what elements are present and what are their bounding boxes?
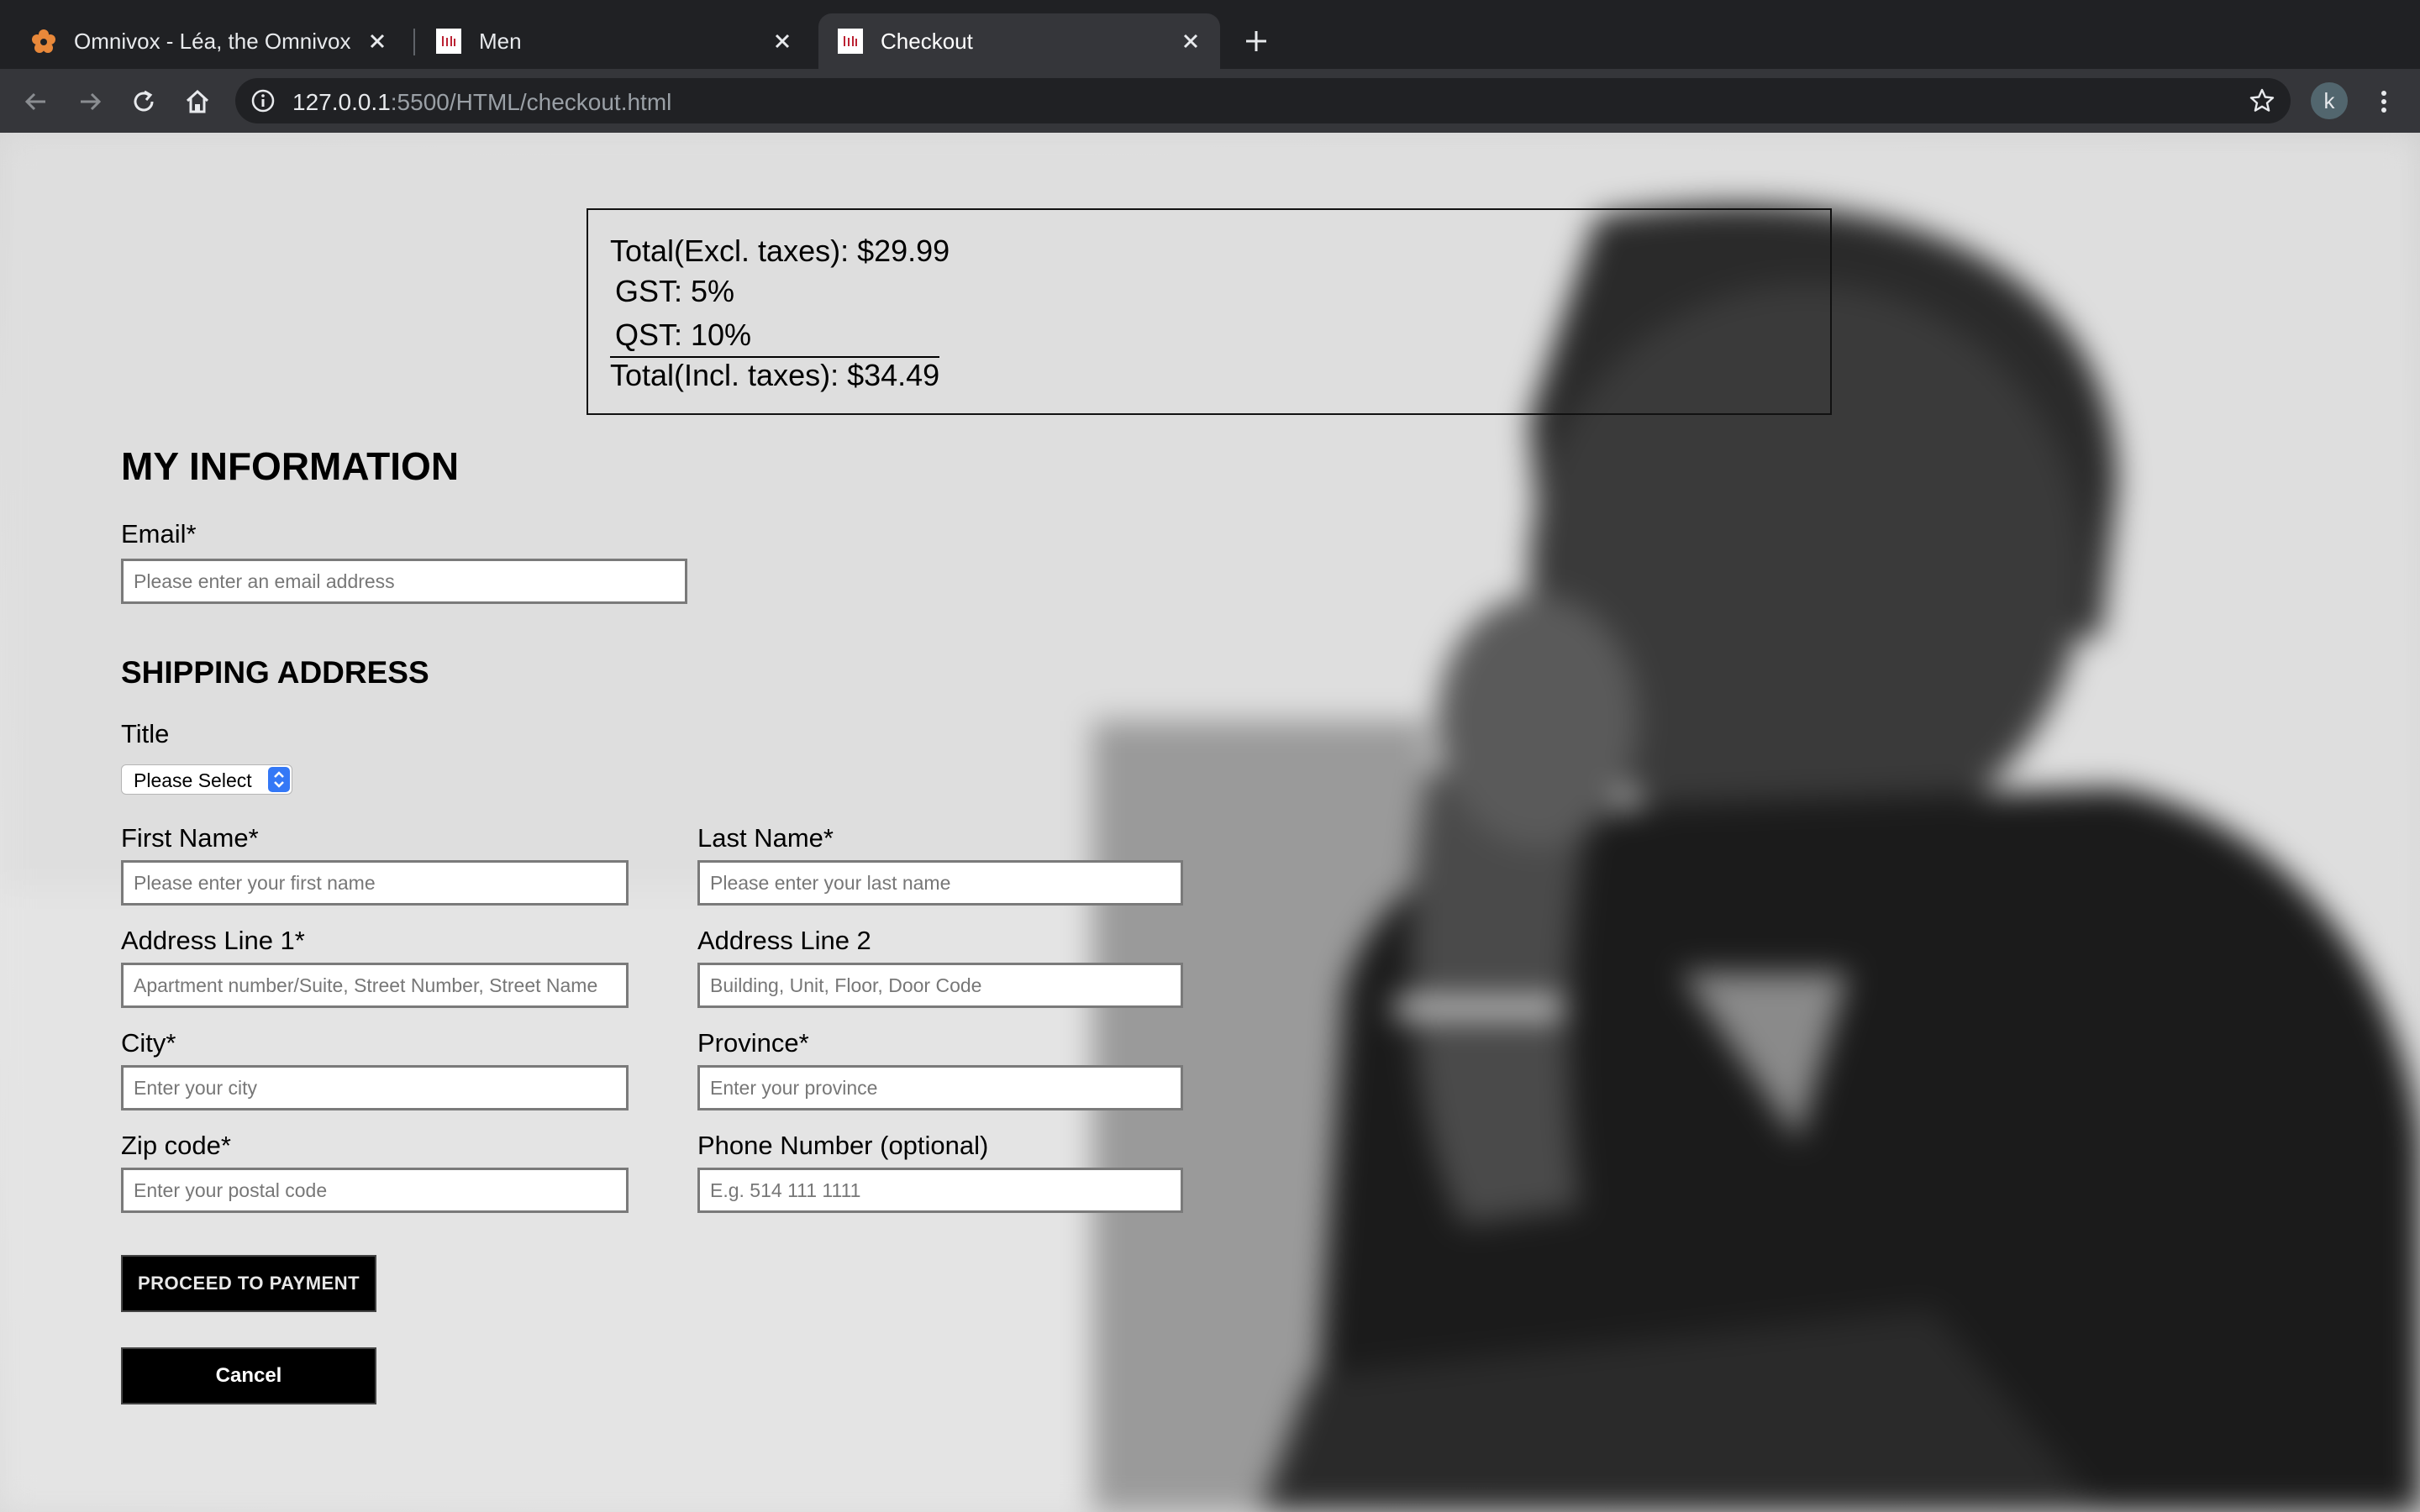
- phone-number-label: Phone Number (optional): [697, 1131, 989, 1160]
- url-path: :5500/HTML/checkout.html: [390, 89, 672, 115]
- avatar[interactable]: k: [2311, 82, 2348, 119]
- tab-checkout[interactable]: Checkout: [818, 13, 1220, 69]
- plus-icon[interactable]: [1242, 27, 1270, 55]
- url-host: 127.0.0.1: [292, 89, 391, 115]
- more-vertical-icon[interactable]: [2370, 87, 2398, 116]
- close-icon[interactable]: [1180, 30, 1202, 52]
- last-name-field[interactable]: [697, 860, 1183, 906]
- address-line-1-field[interactable]: [121, 963, 629, 1008]
- email-field[interactable]: [121, 559, 687, 604]
- total-text: Total(Incl. taxes): $34.49: [610, 358, 940, 392]
- order-summary: Total(Excl. taxes): $29.99 GST: 5% QST: …: [587, 208, 1832, 415]
- url-text: 127.0.0.1:5500/HTML/checkout.html: [292, 89, 671, 116]
- first-name-field[interactable]: [121, 860, 629, 906]
- shipping-address-heading: SHIPPING ADDRESS: [121, 655, 429, 690]
- close-icon[interactable]: [771, 30, 793, 52]
- page-viewport: Total(Excl. taxes): $29.99 GST: 5% QST: …: [0, 133, 2420, 1512]
- last-name-label: Last Name*: [697, 823, 834, 853]
- reload-icon[interactable]: [129, 87, 158, 116]
- city-label: City*: [121, 1028, 176, 1058]
- logo-icon: [838, 29, 863, 54]
- address-bar[interactable]: 127.0.0.1:5500/HTML/checkout.html: [235, 78, 2291, 123]
- home-icon[interactable]: [183, 87, 212, 116]
- zip-code-label: Zip code*: [121, 1131, 231, 1160]
- tab-separator: [413, 29, 415, 55]
- title-select[interactable]: Please Select: [121, 764, 292, 795]
- back-arrow-icon[interactable]: [22, 87, 50, 116]
- forward-arrow-icon[interactable]: [76, 87, 104, 116]
- browser-tab-strip: Omnivox - Léa, the Omnivox Cl Men Checko…: [0, 0, 2420, 69]
- browser-toolbar: 127.0.0.1:5500/HTML/checkout.html k: [0, 69, 2420, 133]
- subtotal-text: Total(Excl. taxes): $29.99: [610, 234, 950, 268]
- address-line-2-label: Address Line 2: [697, 926, 871, 955]
- address-line-2-field[interactable]: [697, 963, 1183, 1008]
- gst-text: GST: 5%: [615, 274, 735, 308]
- qst-text: QST: 10%: [615, 318, 752, 352]
- logo-icon: [436, 29, 461, 54]
- city-field[interactable]: [121, 1065, 629, 1110]
- tab-omnivox[interactable]: Omnivox - Léa, the Omnivox Cl: [12, 13, 407, 69]
- flower-icon: [32, 29, 55, 53]
- tab-title: Omnivox - Léa, the Omnivox Cl: [74, 28, 353, 54]
- phone-number-field[interactable]: [697, 1168, 1183, 1213]
- chevron-up-down-icon: [268, 767, 290, 792]
- email-label: Email*: [121, 519, 197, 549]
- title-label: Title: [121, 719, 170, 748]
- province-field[interactable]: [697, 1065, 1183, 1110]
- tab-title: Men: [479, 28, 522, 54]
- cancel-button[interactable]: Cancel: [121, 1347, 376, 1404]
- tab-men[interactable]: Men: [417, 13, 812, 69]
- address-line-1-label: Address Line 1*: [121, 926, 305, 955]
- province-label: Province*: [697, 1028, 809, 1058]
- info-icon[interactable]: [250, 88, 276, 113]
- proceed-to-payment-button[interactable]: PROCEED TO PAYMENT: [121, 1255, 376, 1312]
- close-icon[interactable]: [366, 30, 388, 52]
- star-icon[interactable]: [2249, 87, 2275, 114]
- zip-code-field[interactable]: [121, 1168, 629, 1213]
- tab-title: Checkout: [881, 28, 973, 54]
- first-name-label: First Name*: [121, 823, 259, 853]
- title-select-value: Please Select: [134, 769, 252, 791]
- my-information-heading: MY INFORMATION: [121, 444, 460, 488]
